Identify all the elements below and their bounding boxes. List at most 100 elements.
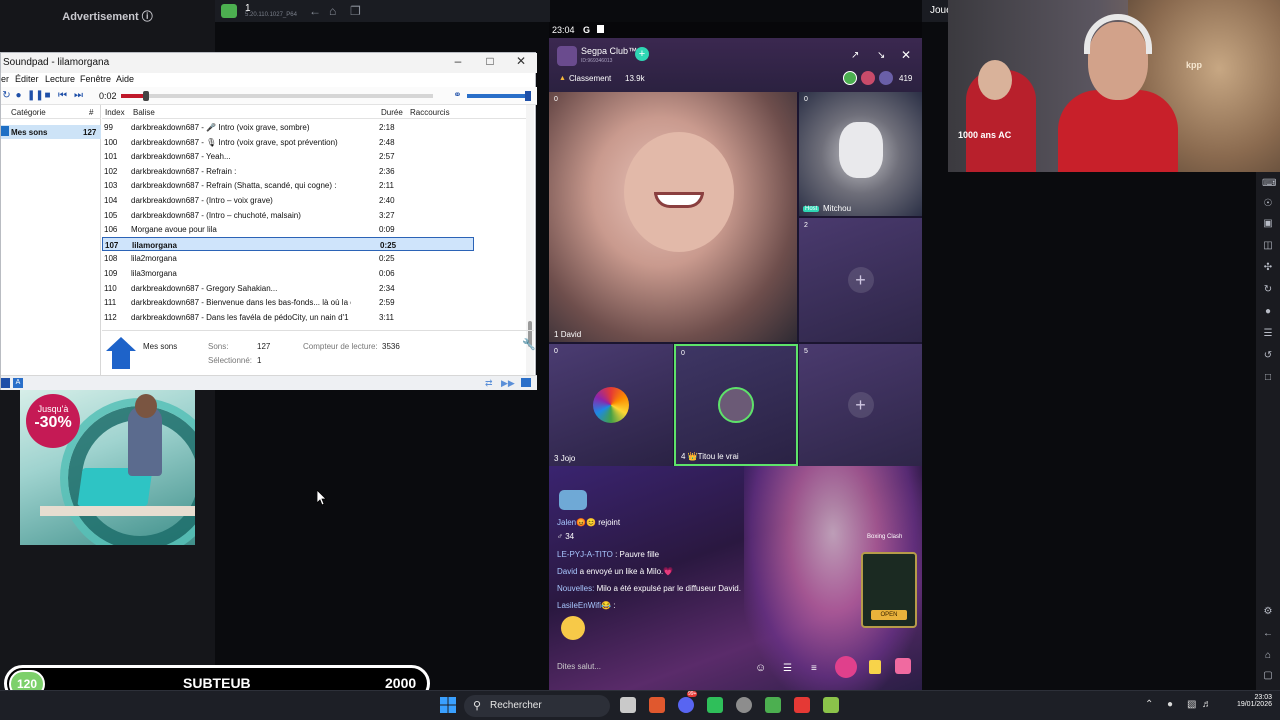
sound-row[interactable]: 111 darkbreakdown687 - Bienvenue dans les… xyxy=(102,295,474,310)
eco-icon[interactable]: ● xyxy=(1262,306,1274,318)
seat-empty-5[interactable]: 5 + xyxy=(799,344,922,466)
sound-row[interactable]: 104 darkbreakdown687 - (Intro – voix grav… xyxy=(102,193,474,208)
hotkey-icon[interactable] xyxy=(1,378,10,388)
chat-username[interactable]: David xyxy=(557,567,577,576)
taskbar-clock[interactable]: 23:03 19/01/2026 xyxy=(1226,694,1272,708)
microphone-icon[interactable]: ● xyxy=(13,90,24,101)
emoji-icon[interactable]: ☺ xyxy=(755,662,766,674)
gift-box-icon[interactable] xyxy=(869,660,881,674)
settings-icon[interactable]: ⚙ xyxy=(1262,606,1274,618)
back-arrow-icon[interactable]: ← xyxy=(309,4,321,18)
chat-input[interactable]: Dites salut... xyxy=(557,662,757,680)
sound-row[interactable]: 99 darkbreakdown687 - 🎤 Intro (voix grave… xyxy=(102,120,474,135)
volume-knob[interactable] xyxy=(525,91,531,101)
maximize-button[interactable]: □ xyxy=(475,54,505,72)
chat-username[interactable]: LE-PYJ-A-TITO xyxy=(557,550,613,559)
streaming-app-icon[interactable] xyxy=(707,697,723,713)
sound-row[interactable]: 100 darkbreakdown687 - 🎙 Intro (voix grav… xyxy=(102,135,474,150)
expand-icon[interactable]: □ xyxy=(1262,372,1274,384)
microphone-tray-icon[interactable]: ● xyxy=(1167,699,1173,710)
back-icon[interactable]: ← xyxy=(1262,628,1274,640)
previous-icon[interactable]: ⏮ xyxy=(57,90,68,101)
seat-mitchou[interactable]: 0 Host Mitchou xyxy=(799,92,922,216)
advertisement-banner[interactable]: Jusqu'à -30% xyxy=(20,388,195,545)
network-icon[interactable]: ▧ xyxy=(1187,699,1196,710)
sound-row[interactable]: 101 darkbreakdown687 - Yeah... 2:57 xyxy=(102,149,474,164)
menu-playback[interactable]: Lecture xyxy=(45,74,75,84)
viewer-avatar[interactable] xyxy=(861,71,875,85)
close-button[interactable]: ✕ xyxy=(506,54,536,72)
discord-icon[interactable]: 99+ xyxy=(678,691,698,713)
forward-icon[interactable]: ▶▶ xyxy=(501,378,515,389)
home-icon[interactable]: ⌂ xyxy=(1262,650,1274,662)
column-duration[interactable]: Durée xyxy=(381,108,403,117)
bluestacks-icon[interactable] xyxy=(823,697,839,713)
volume-slider[interactable] xyxy=(467,91,531,101)
open-game-button[interactable]: OPEN xyxy=(871,610,907,620)
viewer-avatar[interactable] xyxy=(879,71,893,85)
seat-david-video[interactable]: 0 1 David xyxy=(549,92,797,342)
sound-row[interactable]: 107 lilamorgana 0:25 xyxy=(102,236,474,252)
tray-chevron-icon[interactable]: ⌃ xyxy=(1145,699,1153,710)
menu-edit[interactable]: Éditer xyxy=(15,74,39,84)
boxing-clash-game[interactable]: Boxing Clash OPEN xyxy=(861,534,917,628)
keyboard-icon[interactable]: ⌨ xyxy=(1262,178,1276,190)
menu-window[interactable]: Fenêtre xyxy=(80,74,111,84)
ranking-label[interactable]: Classement xyxy=(569,74,611,83)
macro-icon[interactable]: ↺ xyxy=(1262,350,1274,362)
sound-row[interactable]: 106 Morgane avoue pour lila 0:09 xyxy=(102,222,474,237)
mic-levels-icon[interactable]: ☰ xyxy=(783,663,792,674)
sound-row[interactable]: 112 darkbreakdown687 - Dans les favéla de… xyxy=(102,310,474,325)
gift-icon[interactable] xyxy=(895,658,911,674)
club-avatar[interactable] xyxy=(557,46,577,66)
youtube-icon[interactable] xyxy=(794,697,810,713)
layers-icon[interactable]: ☰ xyxy=(1262,328,1274,340)
wrench-icon[interactable]: 🔧 xyxy=(522,338,536,351)
brave-browser-icon[interactable] xyxy=(649,697,665,713)
loop-icon[interactable]: ⇄ xyxy=(485,378,493,389)
pause-icon[interactable]: ❚❚ xyxy=(27,90,44,101)
text-icon[interactable]: A xyxy=(13,378,23,388)
repeat-icon[interactable]: ↻ xyxy=(1,90,12,101)
menu-file[interactable]: er xyxy=(1,74,9,84)
chat-icon[interactable] xyxy=(521,378,531,387)
location-icon[interactable]: ✣ xyxy=(1262,262,1274,274)
category-item-my-sounds[interactable]: Mes sons 127 xyxy=(1,125,101,139)
seat-titou[interactable]: 0 4 👑Titou le vrai xyxy=(674,344,798,466)
follow-plus-icon[interactable]: + xyxy=(635,47,649,61)
menu-icon[interactable]: ≡ xyxy=(811,663,817,674)
sound-row[interactable]: 103 darkbreakdown687 - Refrain (Shatta, s… xyxy=(102,178,474,193)
windows-start-icon[interactable] xyxy=(440,697,456,713)
column-shortcuts[interactable]: Raccourcis xyxy=(410,108,450,117)
media-icon[interactable]: ◫ xyxy=(1262,240,1274,252)
rotate-icon[interactable]: ↻ xyxy=(1262,284,1274,296)
seat-jojo[interactable]: 0 3 Jojo xyxy=(549,344,673,466)
column-index[interactable]: Index xyxy=(105,108,125,117)
taskbar-search[interactable]: ⚲ Rechercher xyxy=(464,695,610,717)
sound-row[interactable]: 108 lila2morgana 0:25 xyxy=(102,251,474,266)
chat-username[interactable]: LasileEnWifi😂 xyxy=(557,601,611,610)
gamepad-icon[interactable]: ☉ xyxy=(1262,198,1274,210)
recents-icon[interactable]: ▢ xyxy=(1262,670,1274,682)
minimize-button[interactable]: – xyxy=(443,54,473,72)
club-name[interactable]: Segpa Club™ xyxy=(581,46,637,56)
sound-row[interactable]: 110 darkbreakdown687 - Gregory Sahakian..… xyxy=(102,281,474,296)
column-tag[interactable]: Balise xyxy=(133,108,155,117)
stop-icon[interactable]: ■ xyxy=(42,90,53,101)
next-icon[interactable]: ⏭ xyxy=(73,90,84,101)
playback-progress-bar[interactable] xyxy=(121,91,433,101)
sound-row[interactable]: 105 darkbreakdown687 - (Intro – chuchoté,… xyxy=(102,208,474,223)
multi-window-icon[interactable]: ❐ xyxy=(350,4,361,18)
headphones-icon[interactable]: ⚭ xyxy=(452,90,463,101)
share-icon[interactable]: ↗ xyxy=(851,50,859,61)
viewer-count[interactable]: 419 xyxy=(899,74,912,83)
sound-row[interactable]: 102 darkbreakdown687 - Refrain : 2:36 xyxy=(102,164,474,179)
volume-icon[interactable]: ♬ xyxy=(1202,699,1212,710)
add-seat-icon[interactable]: + xyxy=(847,392,874,418)
chat-username[interactable]: Nouvelles: xyxy=(557,584,594,593)
home-icon[interactable]: ⌂ xyxy=(329,4,336,18)
event-icon[interactable] xyxy=(835,656,857,678)
seat-empty-2[interactable]: 2 + xyxy=(799,218,922,342)
file-explorer-icon[interactable] xyxy=(620,697,636,713)
screenshot-icon[interactable]: ▣ xyxy=(1262,218,1274,230)
